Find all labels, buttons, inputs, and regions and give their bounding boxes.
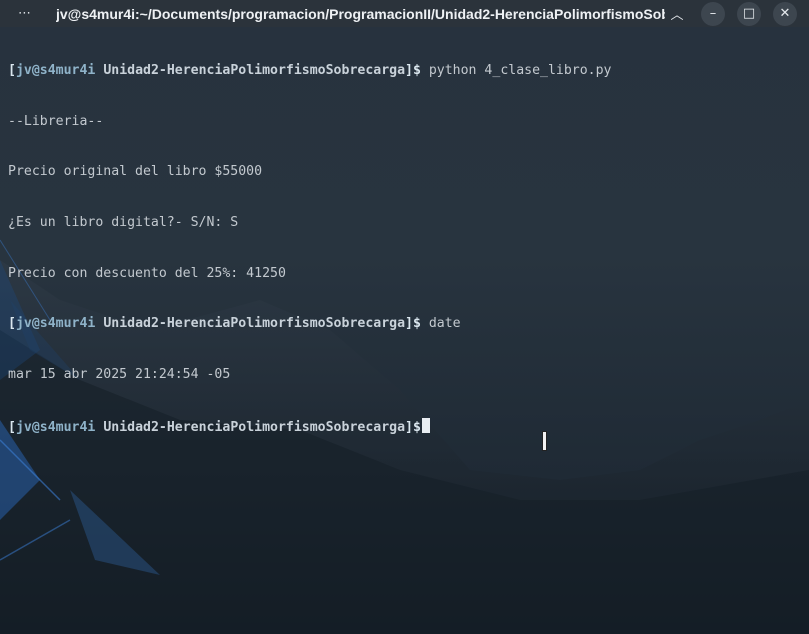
prompt-line: [jv@s4mur4i Unidad2-HerenciaPolimorfismo… bbox=[8, 63, 805, 80]
prompt-line: [jv@s4mur4i Unidad2-HerenciaPolimorfismo… bbox=[8, 417, 805, 435]
terminal-window: ⋯ jv@s4mur4i:~/Documents/programacion/Pr… bbox=[0, 0, 809, 634]
window-controls: ︿ – □ ✕ bbox=[665, 1, 797, 26]
title-bar[interactable]: ⋯ jv@s4mur4i:~/Documents/programacion/Pr… bbox=[0, 0, 809, 27]
minimize-button[interactable]: – bbox=[701, 1, 725, 26]
command-text: date bbox=[428, 316, 461, 332]
command-text: python 4_clase_libro.py bbox=[428, 62, 612, 78]
prompt-user-host: jv@s4mur4i bbox=[15, 316, 96, 332]
window-title: jv@s4mur4i:~/Documents/programacion/Prog… bbox=[56, 5, 665, 22]
collapse-up-icon[interactable]: ︿ bbox=[665, 2, 689, 26]
prompt-bracket: [ bbox=[8, 419, 16, 435]
menu-dots-icon[interactable]: ⋯ bbox=[18, 6, 48, 21]
output-line: --Libreria-- bbox=[8, 113, 104, 129]
prompt-bracket: [ bbox=[8, 62, 16, 78]
prompt-user-host: jv@s4mur4i bbox=[15, 419, 96, 435]
prompt-directory: Unidad2-HerenciaPolimorfismoSobrecarga bbox=[103, 62, 406, 78]
prompt-line: [jv@s4mur4i Unidad2-HerenciaPolimorfismo… bbox=[8, 316, 805, 333]
terminal-content[interactable]: [jv@s4mur4i Unidad2-HerenciaPolimorfismo… bbox=[8, 29, 805, 468]
prompt-bracket: ]$ bbox=[405, 316, 421, 332]
output-line: ¿Es un libro digital?- S/N: S bbox=[8, 214, 239, 230]
output-line: Precio original del libro $55000 bbox=[8, 164, 263, 180]
output-line: mar 15 abr 2025 21:24:54 -05 bbox=[8, 367, 231, 383]
prompt-bracket: [ bbox=[8, 316, 16, 332]
mouse-ibeam-cursor bbox=[542, 431, 547, 451]
prompt-bracket: ]$ bbox=[405, 62, 421, 78]
prompt-user-host: jv@s4mur4i bbox=[15, 62, 96, 78]
output-line: Precio con descuento del 25%: 41250 bbox=[8, 265, 286, 281]
terminal-cursor bbox=[421, 417, 430, 433]
prompt-bracket: ]$ bbox=[405, 419, 421, 435]
prompt-directory: Unidad2-HerenciaPolimorfismoSobrecarga bbox=[103, 419, 406, 435]
close-button[interactable]: ✕ bbox=[773, 1, 797, 26]
maximize-button[interactable]: □ bbox=[737, 1, 761, 26]
prompt-directory: Unidad2-HerenciaPolimorfismoSobrecarga bbox=[103, 316, 406, 332]
